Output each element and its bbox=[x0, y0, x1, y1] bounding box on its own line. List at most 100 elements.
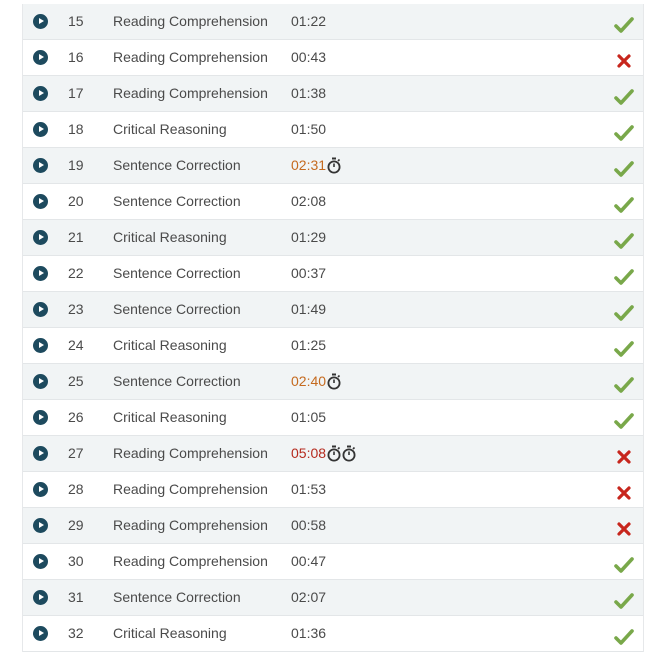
table-row[interactable]: 21 Critical Reasoning 01:29 bbox=[23, 220, 643, 256]
question-number: 32 bbox=[68, 625, 84, 641]
question-number: 16 bbox=[68, 49, 84, 65]
question-results-table: 15 Reading Comprehension 01:22 16 Reading Co… bbox=[22, 4, 644, 652]
table-row[interactable]: 15 Reading Comprehension 01:22 bbox=[23, 4, 643, 40]
play-icon[interactable] bbox=[33, 338, 48, 353]
table-row[interactable]: 32 Critical Reasoning 01:36 bbox=[23, 616, 643, 652]
table-row[interactable]: 24 Critical Reasoning 01:25 bbox=[23, 328, 643, 364]
table-row[interactable]: 30 Reading Comprehension 00:47 bbox=[23, 544, 643, 580]
time-spent: 01:25 bbox=[291, 337, 327, 353]
cross-icon bbox=[617, 54, 631, 68]
question-category: Critical Reasoning bbox=[113, 229, 227, 245]
checkmark-icon bbox=[614, 593, 634, 609]
checkmark-icon bbox=[614, 89, 634, 105]
play-icon[interactable] bbox=[33, 482, 48, 497]
time-spent: 00:43 bbox=[291, 49, 327, 65]
play-icon[interactable] bbox=[33, 518, 48, 533]
checkmark-icon bbox=[614, 197, 634, 213]
table-row[interactable]: 25 Sentence Correction 02:40 bbox=[23, 364, 643, 400]
time-spent: 01:05 bbox=[291, 409, 327, 425]
play-icon[interactable] bbox=[33, 302, 48, 317]
time-spent: 00:58 bbox=[291, 517, 327, 533]
time-spent: 01:29 bbox=[291, 229, 327, 245]
question-category: Critical Reasoning bbox=[113, 625, 227, 641]
table-row[interactable]: 31 Sentence Correction 02:07 bbox=[23, 580, 643, 616]
question-number: 31 bbox=[68, 589, 84, 605]
time-spent: 02:40 bbox=[291, 373, 327, 389]
time-spent: 05:08 bbox=[291, 445, 327, 461]
table-row[interactable]: 18 Critical Reasoning 01:50 bbox=[23, 112, 643, 148]
question-category: Reading Comprehension bbox=[113, 481, 268, 497]
result-correct bbox=[614, 336, 634, 357]
play-icon[interactable] bbox=[33, 230, 48, 245]
table-row[interactable]: 20 Sentence Correction 02:08 bbox=[23, 184, 643, 220]
question-number: 28 bbox=[68, 481, 84, 497]
question-number: 23 bbox=[68, 301, 84, 317]
question-category: Sentence Correction bbox=[113, 193, 241, 209]
question-category: Reading Comprehension bbox=[113, 553, 268, 569]
result-correct bbox=[614, 12, 634, 33]
question-number: 26 bbox=[68, 409, 84, 425]
checkmark-icon bbox=[614, 413, 634, 429]
question-number: 24 bbox=[68, 337, 84, 353]
question-category: Sentence Correction bbox=[113, 301, 241, 317]
time-spent: 01:36 bbox=[291, 625, 327, 641]
play-icon[interactable] bbox=[33, 50, 48, 65]
table-row[interactable]: 29 Reading Comprehension 00:58 bbox=[23, 508, 643, 544]
time-spent: 01:22 bbox=[291, 13, 327, 29]
table-row[interactable]: 22 Sentence Correction 00:37 bbox=[23, 256, 643, 292]
result-correct bbox=[614, 264, 634, 285]
play-icon[interactable] bbox=[33, 14, 48, 29]
table-row[interactable]: 17 Reading Comprehension 01:38 bbox=[23, 76, 643, 112]
stopwatch-icon bbox=[327, 157, 341, 174]
table-row[interactable]: 26 Critical Reasoning 01:05 bbox=[23, 400, 643, 436]
result-correct bbox=[614, 156, 634, 177]
result-correct bbox=[614, 552, 634, 573]
play-icon[interactable] bbox=[33, 86, 48, 101]
question-number: 15 bbox=[68, 13, 84, 29]
result-correct bbox=[614, 372, 634, 393]
time-spent: 00:37 bbox=[291, 265, 327, 281]
question-category: Reading Comprehension bbox=[113, 517, 268, 533]
play-icon[interactable] bbox=[33, 194, 48, 209]
question-category: Sentence Correction bbox=[113, 265, 241, 281]
play-icon[interactable] bbox=[33, 158, 48, 173]
time-spent: 01:38 bbox=[291, 85, 327, 101]
play-icon[interactable] bbox=[33, 122, 48, 137]
checkmark-icon bbox=[614, 557, 634, 573]
checkmark-icon bbox=[614, 629, 634, 645]
question-number: 25 bbox=[68, 373, 84, 389]
table-row[interactable]: 19 Sentence Correction 02:31 bbox=[23, 148, 643, 184]
result-correct bbox=[614, 192, 634, 213]
result-incorrect bbox=[614, 480, 634, 500]
question-category: Critical Reasoning bbox=[113, 409, 227, 425]
result-correct bbox=[614, 624, 634, 645]
play-icon[interactable] bbox=[33, 446, 48, 461]
checkmark-icon bbox=[614, 377, 634, 393]
play-icon[interactable] bbox=[33, 266, 48, 281]
question-category: Sentence Correction bbox=[113, 589, 241, 605]
question-number: 29 bbox=[68, 517, 84, 533]
table-row[interactable]: 27 Reading Comprehension 05:08 bbox=[23, 436, 643, 472]
play-icon[interactable] bbox=[33, 554, 48, 569]
table-row[interactable]: 23 Sentence Correction 01:49 bbox=[23, 292, 643, 328]
time-spent: 02:07 bbox=[291, 589, 327, 605]
checkmark-icon bbox=[614, 125, 634, 141]
question-number: 21 bbox=[68, 229, 84, 245]
overtime-indicator bbox=[327, 157, 342, 174]
checkmark-icon bbox=[614, 161, 634, 177]
play-icon[interactable] bbox=[33, 590, 48, 605]
cross-icon bbox=[617, 486, 631, 500]
question-number: 17 bbox=[68, 85, 84, 101]
table-row[interactable]: 16 Reading Comprehension 00:43 bbox=[23, 40, 643, 76]
overtime-indicator bbox=[327, 445, 357, 462]
question-number: 30 bbox=[68, 553, 84, 569]
checkmark-icon bbox=[614, 305, 634, 321]
time-spent: 02:31 bbox=[291, 157, 327, 173]
play-icon[interactable] bbox=[33, 410, 48, 425]
play-icon[interactable] bbox=[33, 374, 48, 389]
result-correct bbox=[614, 228, 634, 249]
table-row[interactable]: 28 Reading Comprehension 01:53 bbox=[23, 472, 643, 508]
play-icon[interactable] bbox=[33, 626, 48, 641]
result-incorrect bbox=[614, 516, 634, 536]
result-correct bbox=[614, 588, 634, 609]
